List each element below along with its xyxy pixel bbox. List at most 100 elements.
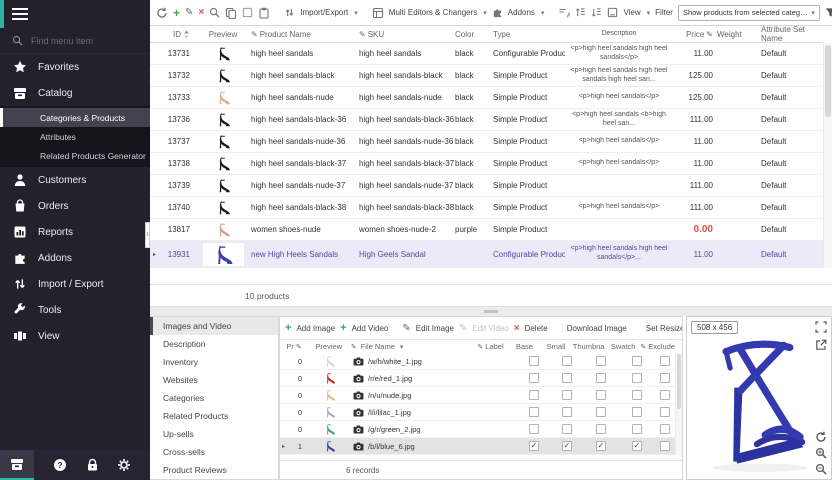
- multi-editors-menu[interactable]: Multi Editors & Changers: [389, 8, 477, 17]
- small-checkbox[interactable]: [562, 441, 572, 451]
- thumbnail-checkbox[interactable]: [596, 356, 606, 366]
- scrollbar-thumb[interactable]: [825, 45, 831, 117]
- delete-product-button[interactable]: ×: [198, 6, 204, 20]
- column-header-small[interactable]: Small: [541, 342, 572, 351]
- sidebar-search[interactable]: Find menu item: [0, 28, 150, 54]
- fullscreen-button[interactable]: [815, 321, 827, 333]
- swatch-checkbox[interactable]: [632, 373, 642, 383]
- table-row[interactable]: ▸ 13731 high heel sandals high heel sand…: [150, 43, 823, 65]
- base-checkbox[interactable]: [529, 373, 539, 383]
- row-expander-icon[interactable]: ▸: [280, 443, 287, 450]
- import-export-menu[interactable]: Import/Export: [300, 8, 348, 17]
- base-checkbox[interactable]: [529, 390, 539, 400]
- lock-button[interactable]: [86, 458, 99, 472]
- view-menu[interactable]: View: [623, 8, 640, 17]
- set-resize-rule-button[interactable]: Set Resize Rule: [646, 324, 682, 333]
- sidebar-subitem[interactable]: Categories & Products: [0, 108, 150, 127]
- store-manager-mode-button[interactable]: [0, 450, 34, 480]
- thumbnail-checkbox[interactable]: [596, 373, 606, 383]
- image-row[interactable]: ▸ 0 /n/u/nude.jpg: [280, 387, 675, 404]
- sidebar-item-import-export[interactable]: Import / Export: [0, 271, 150, 297]
- collapse-rows-button[interactable]: [591, 6, 602, 20]
- hamburger-menu-icon[interactable]: [12, 8, 28, 20]
- image-row[interactable]: ▸ 0 /g/r/green_2.jpg: [280, 421, 675, 438]
- base-checkbox[interactable]: [529, 356, 539, 366]
- column-header-color[interactable]: Color: [455, 30, 493, 39]
- sort-columns-button[interactable]: A: [558, 6, 570, 20]
- sidebar-item-favorites[interactable]: Favorites: [0, 54, 150, 80]
- refresh-button[interactable]: [156, 6, 168, 20]
- exclude-checkbox[interactable]: [660, 356, 670, 366]
- sidebar-subitem[interactable]: Related Products Generator: [0, 146, 150, 165]
- base-checkbox[interactable]: [529, 441, 539, 451]
- exclude-checkbox[interactable]: [660, 407, 670, 417]
- addons-menu[interactable]: Addons: [508, 8, 535, 17]
- column-header-attribute-set[interactable]: Attribute Set Name: [755, 25, 823, 43]
- column-header-base[interactable]: Base: [508, 342, 541, 351]
- swatch-checkbox[interactable]: [632, 424, 642, 434]
- image-row[interactable]: ▸ 1 /b/l/blue_6.jpg: [280, 438, 675, 455]
- column-header-file-name[interactable]: ✎File Name▾: [351, 342, 478, 351]
- exclude-checkbox[interactable]: [660, 441, 670, 451]
- table-row[interactable]: ▸ 13738 high heel sandals-black-37 high …: [150, 153, 823, 175]
- copy-button[interactable]: [225, 6, 237, 20]
- add-product-button[interactable]: +: [173, 6, 180, 20]
- base-checkbox[interactable]: [529, 407, 539, 417]
- sidebar-item-addons[interactable]: Addons: [0, 245, 150, 271]
- thumbnail-checkbox[interactable]: [596, 441, 606, 451]
- column-header-id[interactable]: ID: [159, 30, 195, 39]
- detail-tab[interactable]: Product Reviews: [150, 461, 278, 479]
- add-video-button[interactable]: Add Video: [352, 324, 389, 333]
- detail-tab[interactable]: Cross-sells: [150, 443, 278, 461]
- settings-button[interactable]: [117, 458, 131, 472]
- thumbnail-checkbox[interactable]: [596, 390, 606, 400]
- column-header-preview[interactable]: Preview: [307, 342, 351, 351]
- detail-tab[interactable]: Description: [150, 335, 278, 353]
- splitter-handle[interactable]: [484, 310, 498, 313]
- small-checkbox[interactable]: [562, 356, 572, 366]
- sidebar-item-view[interactable]: View: [0, 323, 150, 349]
- add-image-button[interactable]: Add Image: [296, 324, 335, 333]
- image-row[interactable]: ▸ 0 /w/h/white_1.jpg: [280, 353, 675, 370]
- grid-scrollbar[interactable]: [823, 43, 832, 268]
- select-button[interactable]: [242, 6, 253, 20]
- image-row[interactable]: ▸ 0 /r/e/red_1.jpg: [280, 370, 675, 387]
- open-external-button[interactable]: [815, 339, 827, 351]
- edit-image-button[interactable]: Edit Image: [416, 324, 454, 333]
- image-row[interactable]: ▸ 0 /l/i/lilac_1.jpg: [280, 404, 675, 421]
- help-button[interactable]: ?: [53, 458, 67, 472]
- detail-tab[interactable]: Categories: [150, 389, 278, 407]
- table-row[interactable]: ▸ 13739 high heel sandals-nude-37 high h…: [150, 175, 823, 197]
- column-header-pr[interactable]: Pr✎: [287, 342, 307, 351]
- table-row[interactable]: ▸ 13740 high heel sandals-black-38 high …: [150, 197, 823, 219]
- swatch-checkbox[interactable]: [632, 407, 642, 417]
- sidebar-item-catalog[interactable]: Catalog: [0, 80, 150, 106]
- sidebar-subitem[interactable]: Attributes: [0, 127, 150, 146]
- thumbnail-checkbox[interactable]: [596, 424, 606, 434]
- small-checkbox[interactable]: [562, 373, 572, 383]
- zoom-in-button[interactable]: [815, 447, 827, 459]
- exclude-checkbox[interactable]: [660, 424, 670, 434]
- detail-tab[interactable]: Inventory: [150, 353, 278, 371]
- scrollbar-thumb[interactable]: [677, 354, 681, 409]
- column-header-type[interactable]: Type: [493, 30, 565, 39]
- sidebar-item-tools[interactable]: Tools: [0, 297, 150, 323]
- paste-button[interactable]: [258, 6, 270, 20]
- edit-product-button[interactable]: ✎: [185, 6, 193, 20]
- exclude-checkbox[interactable]: [660, 390, 670, 400]
- detail-tab[interactable]: Related Products: [150, 407, 278, 425]
- column-header-weight[interactable]: Weight: [717, 30, 755, 39]
- small-checkbox[interactable]: [562, 390, 572, 400]
- column-header-description[interactable]: Description: [565, 30, 673, 39]
- column-header-preview[interactable]: Preview: [195, 30, 251, 39]
- download-image-button[interactable]: Download Image: [567, 324, 627, 333]
- column-header-label[interactable]: ✎Label: [477, 342, 508, 351]
- table-row[interactable]: ▸ 13931 new High Heels Sandals High Geel…: [150, 241, 823, 268]
- detail-tab[interactable]: Websites: [150, 371, 278, 389]
- swatch-checkbox[interactable]: [632, 390, 642, 400]
- rotate-button[interactable]: [815, 431, 827, 443]
- thumbnail-checkbox[interactable]: [596, 407, 606, 417]
- category-filter-select[interactable]: Show products from selected categories ▾: [678, 5, 820, 21]
- table-row[interactable]: ▸ 13733 high heel sandals-nude high heel…: [150, 87, 823, 109]
- swatch-checkbox[interactable]: [632, 356, 642, 366]
